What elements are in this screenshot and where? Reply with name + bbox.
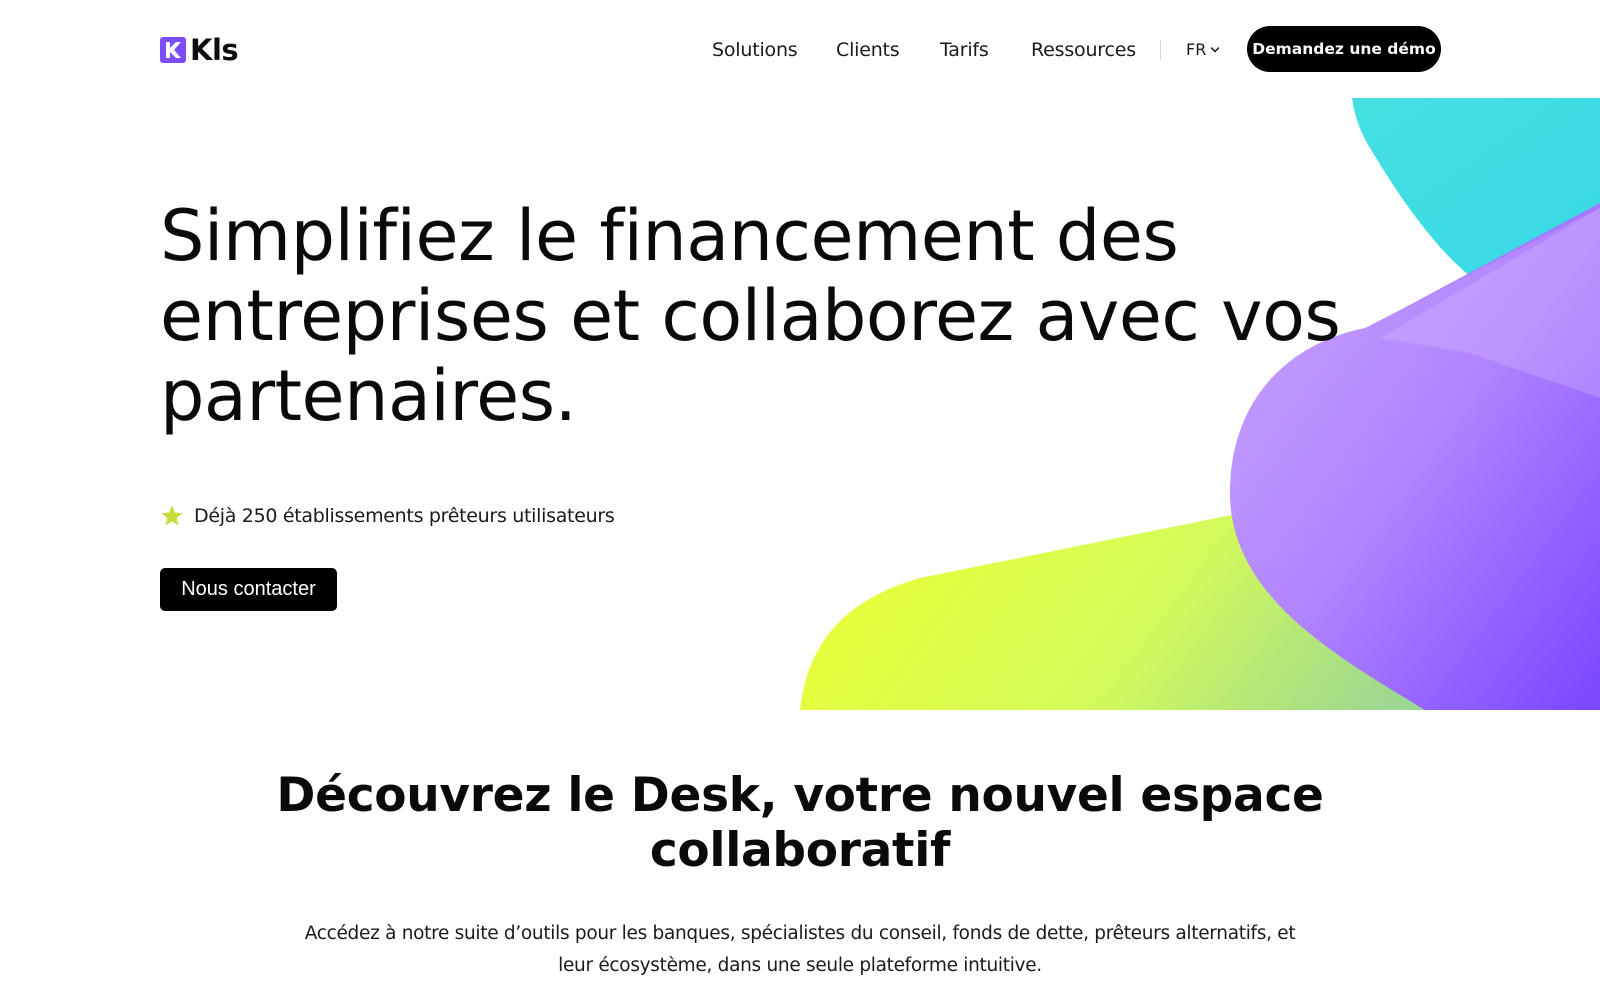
nav-ressources[interactable]: Ressources <box>1031 36 1136 64</box>
section-desc-line: Accédez à notre suite d’outils pour les … <box>304 923 1296 944</box>
request-demo-button[interactable]: Demandez une démo <box>1247 26 1441 72</box>
lenders-badge: Déjà 250 établissements prêteurs utilisa… <box>160 504 615 528</box>
desk-section-description: Accédez à notre suite d’outils pour les … <box>0 918 1600 982</box>
contact-button[interactable]: Nous contacter <box>160 568 337 611</box>
logo[interactable]: Kls <box>160 33 239 67</box>
language-label: FR <box>1186 40 1207 59</box>
section-desc-line: leur écosystème, dans une seule platefor… <box>558 955 1042 976</box>
section-title-line: collaboratif <box>649 823 951 878</box>
language-selector[interactable]: FR <box>1186 38 1220 62</box>
hero-title-line: Simplifiez le financement des <box>160 195 1179 277</box>
site-header: Kls Solutions Clients Tarifs Ressources … <box>0 0 1600 98</box>
star-icon <box>161 505 183 526</box>
logo-mark-icon <box>160 37 186 63</box>
nav-divider <box>1160 40 1161 60</box>
hero-title: Simplifiez le financement des entreprise… <box>160 196 1400 436</box>
chevron-down-icon <box>1211 47 1220 53</box>
nav-tarifs[interactable]: Tarifs <box>940 36 989 64</box>
hero-title-line: entreprises et collaborez avec vos <box>160 275 1341 357</box>
badge-text: Déjà 250 établissements prêteurs utilisa… <box>194 505 615 527</box>
nav-solutions[interactable]: Solutions <box>712 36 798 64</box>
logo-text: Kls <box>190 33 239 67</box>
section-title-line: Découvrez le Desk, votre nouvel espace <box>276 768 1324 823</box>
nav-clients[interactable]: Clients <box>836 36 900 64</box>
desk-section-title: Découvrez le Desk, votre nouvel espace c… <box>0 768 1600 878</box>
hero-title-line: partenaires. <box>160 355 577 437</box>
